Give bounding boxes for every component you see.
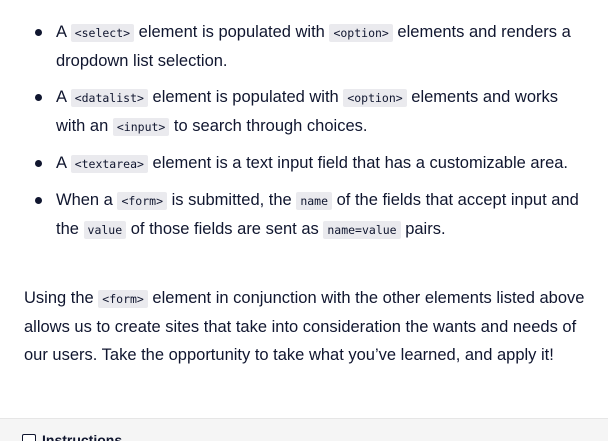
instructions-checkbox[interactable] [22, 434, 36, 441]
bullet-text: to search through choices. [169, 117, 368, 135]
inline-code: <textarea> [70, 155, 148, 173]
bullet-text: of those fields are sent as [126, 220, 324, 238]
instructions-label[interactable]: Instructions [42, 432, 122, 441]
bullet-icon [35, 29, 42, 36]
inline-code: <datalist> [70, 89, 148, 107]
inline-code: <option> [329, 24, 393, 42]
inline-code: <form> [117, 192, 167, 210]
inline-code: name=value [323, 221, 401, 239]
paragraph-text: Using the [24, 289, 99, 307]
inline-code: <form> [98, 290, 148, 308]
bullet-text: A [56, 154, 71, 172]
summary-bullet-list: A <select> element is populated with <op… [0, 18, 608, 252]
bullet-text: A [56, 23, 71, 41]
bullet-item-datalist: A <datalist> element is populated with <… [0, 83, 608, 141]
bullet-icon [35, 94, 42, 101]
bullet-text: is submitted, the [167, 191, 297, 209]
summary-paragraph: Using the <form> element in conjunction … [24, 284, 604, 369]
inline-code: value [83, 221, 127, 239]
lesson-content: A <select> element is populated with <op… [0, 0, 608, 441]
bullet-text: A [56, 88, 71, 106]
inline-code: <option> [343, 89, 407, 107]
inline-code: <select> [70, 24, 135, 42]
bullet-item-select: A <select> element is populated with <op… [0, 18, 608, 75]
instructions-bar: Instructions [0, 418, 608, 441]
bullet-icon [35, 197, 42, 204]
bullet-icon [35, 160, 42, 167]
bullet-item-textarea: A <textarea> element is a text input fie… [0, 149, 608, 178]
inline-code: name [296, 192, 333, 210]
bullet-item-form: When a <form> is submitted, the name of … [0, 186, 608, 244]
bullet-text: element is populated with [147, 88, 344, 106]
bullet-text: When a [56, 191, 118, 209]
bullet-text: element is populated with [134, 23, 330, 41]
bullet-text: element is a text input field that has a… [147, 154, 569, 172]
bullet-text: pairs. [400, 220, 446, 238]
inline-code: <input> [112, 118, 170, 136]
